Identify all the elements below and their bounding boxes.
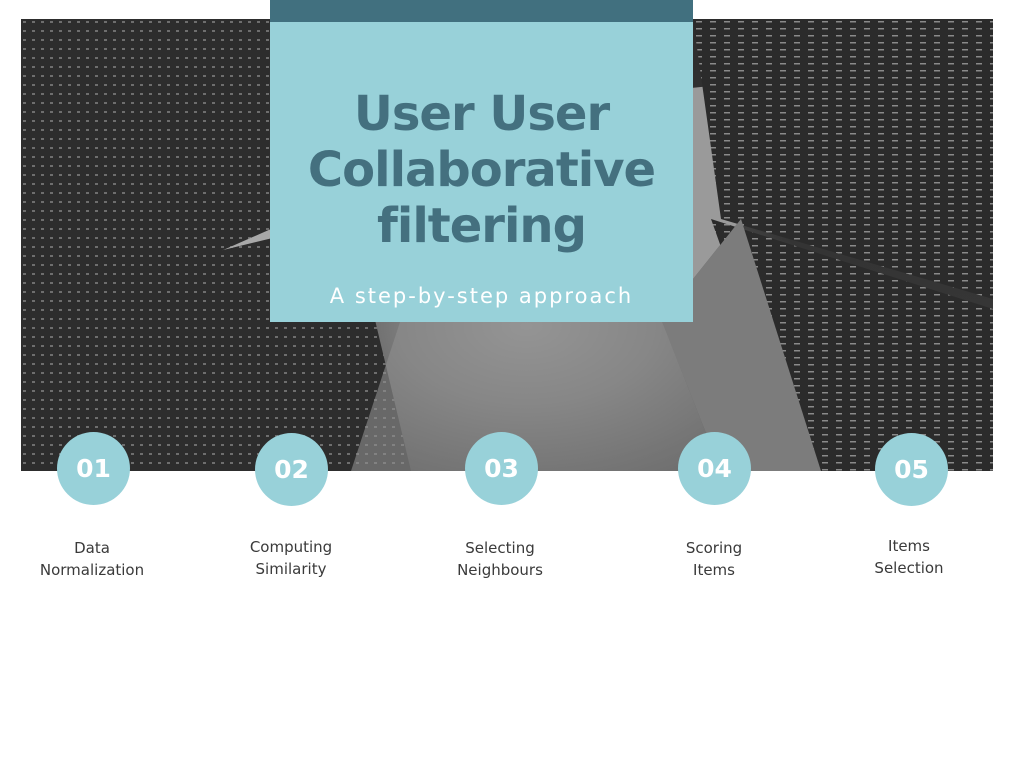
step-label: Computing Similarity bbox=[221, 536, 361, 580]
step-label: Scoring Items bbox=[644, 537, 784, 581]
step-label: Selecting Neighbours bbox=[430, 537, 570, 581]
title-card-top-bar bbox=[270, 0, 693, 22]
title-card: User User Collaborative filtering A step… bbox=[270, 0, 693, 322]
step-label-line-2: Items bbox=[693, 561, 735, 579]
step-label-line-2: Selection bbox=[874, 559, 944, 577]
step-label: Data Normalization bbox=[22, 537, 162, 581]
step-label-line-1: Computing bbox=[249, 538, 333, 556]
slide-subtitle: A step-by-step approach bbox=[329, 284, 634, 308]
step-label-line-1: Scoring bbox=[685, 539, 743, 557]
step-label-line-2: Neighbours bbox=[457, 561, 543, 579]
step-number-circle: 01 bbox=[57, 432, 130, 505]
title-line-2: Collaborative bbox=[307, 142, 656, 198]
step-number-circle: 04 bbox=[678, 432, 751, 505]
step-label-line-1: Items bbox=[888, 537, 930, 555]
step-label: Items Selection bbox=[839, 535, 979, 579]
step-label-line-1: Selecting bbox=[465, 539, 535, 557]
step-number-circle: 03 bbox=[465, 432, 538, 505]
step-number-circle: 02 bbox=[255, 433, 328, 506]
step-label-line-2: Normalization bbox=[39, 561, 145, 579]
step-label-line-1: Data bbox=[74, 539, 110, 557]
slide-title: User User Collaborative filtering bbox=[270, 86, 693, 254]
step-number-circle: 05 bbox=[875, 433, 948, 506]
step-label-line-2: Similarity bbox=[255, 560, 327, 578]
title-line-3: filtering bbox=[377, 198, 587, 254]
title-line-1: User User bbox=[353, 86, 610, 142]
